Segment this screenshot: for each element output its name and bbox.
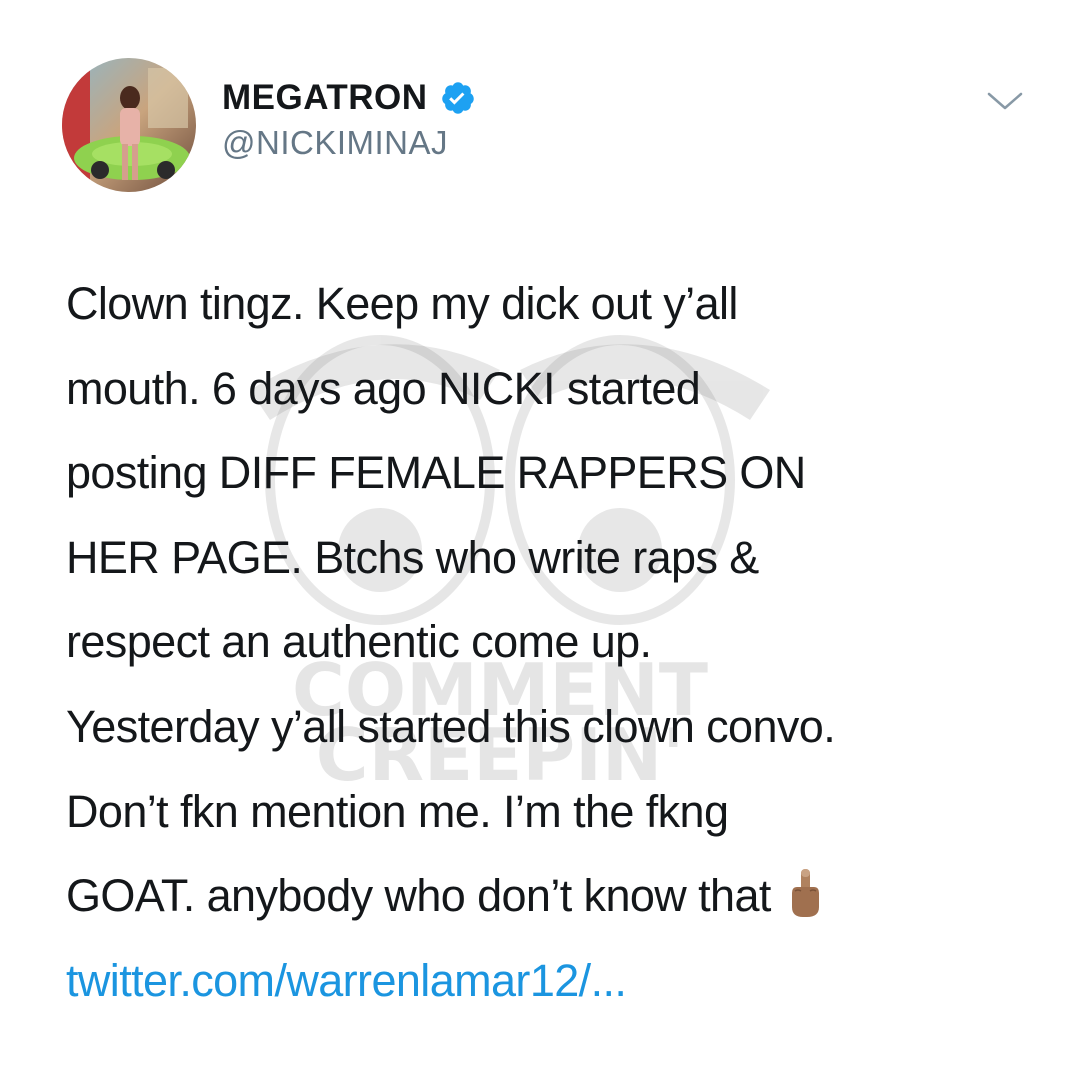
tweet-body-line-4: HER PAGE. Btchs who write raps & — [66, 531, 759, 583]
tweet-body-line-8-row: GOAT. anybody who don’t know that — [66, 854, 1026, 939]
display-name[interactable]: MEGATRON — [222, 78, 428, 118]
author-name-row[interactable]: MEGATRON — [222, 76, 476, 120]
middle-finger-emoji-icon — [791, 869, 819, 918]
tweet-body-line-3: posting DIFF FEMALE RAPPERS ON — [66, 447, 806, 499]
tweet-body-line-8: GOAT. anybody who don’t know that — [66, 870, 771, 922]
verified-badge-icon — [441, 82, 474, 114]
tweet-body-line-7: Don’t fkn mention me. I’m the fkng — [66, 785, 729, 837]
tweet-link[interactable]: twitter.com/warrenlamar12/... — [66, 939, 1026, 1024]
tweet-body-line-6: Yesterday y’all started this clown convo… — [66, 700, 836, 752]
author-avatar[interactable] — [62, 58, 196, 192]
tweet-body-line-5: respect an authentic come up. — [66, 616, 652, 668]
avatar-image — [62, 58, 196, 192]
tweet-card: MEGATRON @NICKIMINAJ COMMENT CREEPIN' Cl… — [0, 0, 1080, 1080]
tweet-body: Clown tingz. Keep my dick out y’all mout… — [66, 262, 1026, 1023]
chevron-down-icon[interactable] — [986, 88, 1024, 114]
author-handle[interactable]: @NICKIMINAJ — [222, 124, 448, 162]
tweet-body-line-2: mouth. 6 days ago NICKI started — [66, 362, 701, 414]
tweet-body-line-1: Clown tingz. Keep my dick out y’all — [66, 278, 738, 329]
